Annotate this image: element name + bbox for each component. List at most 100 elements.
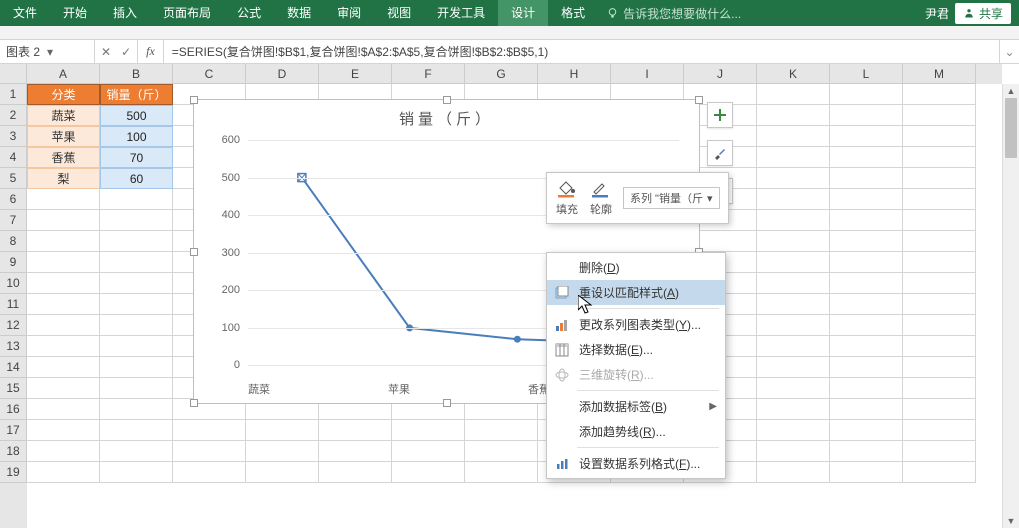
cell-M15[interactable] bbox=[903, 378, 976, 399]
series-selector[interactable]: 系列 "销量（斤 ▾ bbox=[623, 187, 720, 209]
cell-M11[interactable] bbox=[903, 294, 976, 315]
cell-K5[interactable] bbox=[757, 168, 830, 189]
menu-item[interactable]: 选择数据(E)... bbox=[547, 337, 725, 362]
chart-title[interactable]: 销量（斤） bbox=[194, 100, 699, 133]
cell-M4[interactable] bbox=[903, 147, 976, 168]
cell-B14[interactable] bbox=[100, 357, 173, 378]
cell-C18[interactable] bbox=[173, 441, 246, 462]
cell-B2[interactable]: 500 bbox=[100, 105, 173, 126]
row-header-4[interactable]: 4 bbox=[0, 147, 27, 168]
cell-B19[interactable] bbox=[100, 462, 173, 483]
tab-view[interactable]: 视图 bbox=[374, 0, 424, 26]
cell-A18[interactable] bbox=[27, 441, 100, 462]
column-header-K[interactable]: K bbox=[757, 64, 830, 84]
tab-formulas[interactable]: 公式 bbox=[224, 0, 274, 26]
cell-A19[interactable] bbox=[27, 462, 100, 483]
cell-L9[interactable] bbox=[830, 252, 903, 273]
row-header-1[interactable]: 1 bbox=[0, 84, 27, 105]
column-header-J[interactable]: J bbox=[684, 64, 757, 84]
cell-L19[interactable] bbox=[830, 462, 903, 483]
cell-M9[interactable] bbox=[903, 252, 976, 273]
row-header-13[interactable]: 13 bbox=[0, 336, 27, 357]
cell-A17[interactable] bbox=[27, 420, 100, 441]
enter-icon[interactable]: ✓ bbox=[121, 45, 131, 59]
column-header-A[interactable]: A bbox=[27, 64, 100, 84]
row-header-7[interactable]: 7 bbox=[0, 210, 27, 231]
cell-B10[interactable] bbox=[100, 273, 173, 294]
column-header-B[interactable]: B bbox=[100, 64, 173, 84]
column-header-I[interactable]: I bbox=[611, 64, 684, 84]
cell-A16[interactable] bbox=[27, 399, 100, 420]
cell-L10[interactable] bbox=[830, 273, 903, 294]
user-name[interactable]: 尹君 bbox=[925, 5, 949, 22]
cell-A9[interactable] bbox=[27, 252, 100, 273]
cell-K2[interactable] bbox=[757, 105, 830, 126]
chart-resize-handle[interactable] bbox=[190, 399, 198, 407]
chart-resize-handle[interactable] bbox=[443, 96, 451, 104]
tab-developer[interactable]: 开发工具 bbox=[424, 0, 498, 26]
share-button[interactable]: 共享 bbox=[955, 3, 1011, 24]
chart-styles-button[interactable] bbox=[707, 140, 733, 166]
cell-L4[interactable] bbox=[830, 147, 903, 168]
chart-resize-handle[interactable] bbox=[695, 96, 703, 104]
cell-K4[interactable] bbox=[757, 147, 830, 168]
column-header-H[interactable]: H bbox=[538, 64, 611, 84]
cell-D17[interactable] bbox=[246, 420, 319, 441]
cell-K11[interactable] bbox=[757, 294, 830, 315]
cell-K15[interactable] bbox=[757, 378, 830, 399]
menu-item[interactable]: 删除(D) bbox=[547, 255, 725, 280]
chart-resize-handle[interactable] bbox=[190, 248, 198, 256]
cell-M16[interactable] bbox=[903, 399, 976, 420]
cell-A13[interactable] bbox=[27, 336, 100, 357]
cell-A1[interactable]: 分类 bbox=[27, 84, 100, 105]
menu-item[interactable]: 更改系列图表类型(Y)... bbox=[547, 312, 725, 337]
cell-L6[interactable] bbox=[830, 189, 903, 210]
cell-K7[interactable] bbox=[757, 210, 830, 231]
cell-K1[interactable] bbox=[757, 84, 830, 105]
row-header-16[interactable]: 16 bbox=[0, 399, 27, 420]
cell-B9[interactable] bbox=[100, 252, 173, 273]
tab-review[interactable]: 审阅 bbox=[324, 0, 374, 26]
row-header-8[interactable]: 8 bbox=[0, 231, 27, 252]
cell-A10[interactable] bbox=[27, 273, 100, 294]
vertical-scrollbar[interactable]: ▲ ▼ bbox=[1002, 84, 1019, 528]
menu-item[interactable]: 设置数据系列格式(F)... bbox=[547, 451, 725, 476]
select-all-corner[interactable] bbox=[0, 64, 27, 84]
column-header-G[interactable]: G bbox=[465, 64, 538, 84]
menu-item[interactable]: 添加数据标签(B)▶ bbox=[547, 394, 725, 419]
cell-K12[interactable] bbox=[757, 315, 830, 336]
scrollbar-thumb[interactable] bbox=[1005, 98, 1017, 158]
row-header-18[interactable]: 18 bbox=[0, 441, 27, 462]
cell-A7[interactable] bbox=[27, 210, 100, 231]
cell-M14[interactable] bbox=[903, 357, 976, 378]
row-header-12[interactable]: 12 bbox=[0, 315, 27, 336]
cell-M2[interactable] bbox=[903, 105, 976, 126]
cell-M1[interactable] bbox=[903, 84, 976, 105]
row-header-15[interactable]: 15 bbox=[0, 378, 27, 399]
cell-B13[interactable] bbox=[100, 336, 173, 357]
cell-K16[interactable] bbox=[757, 399, 830, 420]
column-header-D[interactable]: D bbox=[246, 64, 319, 84]
cell-A15[interactable] bbox=[27, 378, 100, 399]
fx-button[interactable]: fx bbox=[138, 40, 164, 63]
cell-M19[interactable] bbox=[903, 462, 976, 483]
cell-M17[interactable] bbox=[903, 420, 976, 441]
row-header-6[interactable]: 6 bbox=[0, 189, 27, 210]
cell-K13[interactable] bbox=[757, 336, 830, 357]
cell-F18[interactable] bbox=[392, 441, 465, 462]
row-header-19[interactable]: 19 bbox=[0, 462, 27, 483]
row-header-17[interactable]: 17 bbox=[0, 420, 27, 441]
tab-file[interactable]: 文件 bbox=[0, 0, 50, 26]
cells-area[interactable]: 分类销量（斤）蔬菜500苹果100香蕉70梨60 销量（斤） 010020030… bbox=[27, 84, 1002, 528]
row-header-10[interactable]: 10 bbox=[0, 273, 27, 294]
tab-data[interactable]: 数据 bbox=[274, 0, 324, 26]
cell-L5[interactable] bbox=[830, 168, 903, 189]
cell-L17[interactable] bbox=[830, 420, 903, 441]
cell-K6[interactable] bbox=[757, 189, 830, 210]
cell-B7[interactable] bbox=[100, 210, 173, 231]
cell-L13[interactable] bbox=[830, 336, 903, 357]
cell-K18[interactable] bbox=[757, 441, 830, 462]
column-header-F[interactable]: F bbox=[392, 64, 465, 84]
scroll-down-arrow-icon[interactable]: ▼ bbox=[1003, 514, 1019, 528]
cell-B17[interactable] bbox=[100, 420, 173, 441]
